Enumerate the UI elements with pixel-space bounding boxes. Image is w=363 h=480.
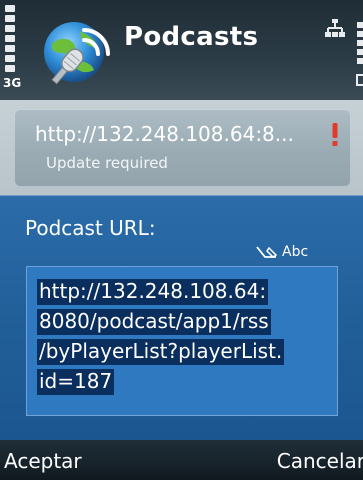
signal-strength-icon	[5, 5, 15, 75]
url-text-line: /byPlayerList?playerList.	[37, 339, 285, 365]
phone-screen: 3G Podcasts http://132.248.108.64:8... U…	[0, 0, 363, 480]
podcast-url-dialog: Podcast URL: Abc http://132.248.108.64: …	[0, 195, 363, 440]
network-type-label: 3G	[3, 76, 22, 90]
podcast-item-status: Update required	[46, 154, 168, 172]
battery-icon	[356, 74, 363, 86]
podcast-globe-icon	[44, 22, 110, 85]
softkey-bar: Aceptar Cancelar	[0, 440, 363, 480]
status-bar: 3G Podcasts	[0, 0, 363, 100]
dialog-label: Podcast URL:	[25, 216, 156, 240]
pen-icon	[256, 246, 278, 258]
exclamation-icon	[332, 123, 338, 146]
url-text-line: http://132.248.108.64:	[37, 279, 269, 305]
podcast-item-url: http://132.248.108.64:8...	[35, 122, 294, 146]
url-text-line: id=187	[37, 369, 115, 395]
app-title: Podcasts	[124, 22, 259, 52]
packet-data-icon	[325, 19, 345, 37]
accept-softkey[interactable]: Aceptar	[4, 449, 82, 473]
battery-level-icon	[357, 22, 363, 72]
input-mode-indicator: Abc	[256, 244, 308, 260]
podcast-url-input[interactable]: http://132.248.108.64: 8080/podcast/app1…	[26, 266, 338, 416]
input-mode-label: Abc	[282, 244, 309, 260]
url-text-line: 8080/podcast/app1/rss	[37, 309, 271, 335]
cancel-softkey[interactable]: Cancelar	[277, 449, 363, 473]
podcast-url-text: http://132.248.108.64: 8080/podcast/app1…	[37, 276, 337, 396]
podcast-list-item[interactable]: http://132.248.108.64:8... Update requir…	[14, 109, 351, 187]
podcast-list: http://132.248.108.64:8... Update requir…	[0, 100, 363, 195]
